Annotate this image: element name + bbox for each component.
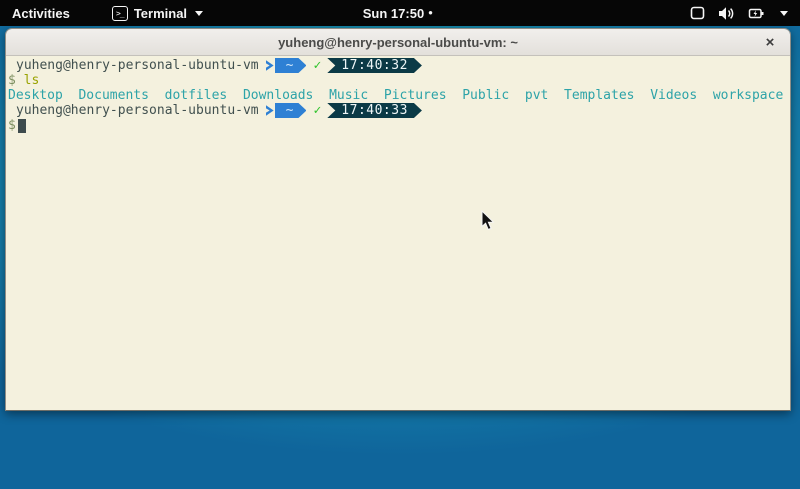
chevron-down-icon xyxy=(780,11,788,16)
powerline-chevron-icon xyxy=(266,60,274,71)
directory-entry: Desktop xyxy=(8,88,63,103)
prompt-cwd-segment: ~ xyxy=(275,58,307,73)
mouse-cursor-icon xyxy=(481,210,495,231)
display-icon xyxy=(690,6,705,21)
directory-entry: Music xyxy=(329,88,368,103)
chevron-down-icon xyxy=(195,11,203,16)
directory-entry: Documents xyxy=(78,88,148,103)
directory-entry: workspace xyxy=(713,88,783,103)
activities-button[interactable]: Activities xyxy=(0,6,82,21)
prompt-cwd-segment: ~ xyxy=(275,103,307,118)
directory-entry: Public xyxy=(462,88,509,103)
prompt-time-segment: 17:40:33 xyxy=(327,103,422,118)
prompt-user-host: yuheng@henry-personal-ubuntu-vm xyxy=(16,58,259,73)
ls-output-line: Desktop Documents dotfiles Downloads Mus… xyxy=(8,88,790,103)
command-line: $ ls xyxy=(8,73,790,88)
terminal-cursor xyxy=(18,119,26,133)
close-button[interactable]: × xyxy=(758,29,782,55)
prompt-success-check-icon: ✓ xyxy=(313,58,321,73)
directory-entry: Templates xyxy=(564,88,634,103)
prompt-line-1: yuheng@henry-personal-ubuntu-vm ~ ✓ 17:4… xyxy=(8,58,790,73)
input-line[interactable]: $ xyxy=(8,118,790,133)
prompt-dollar: $ xyxy=(8,118,16,133)
terminal-screen[interactable]: yuheng@henry-personal-ubuntu-vm ~ ✓ 17:4… xyxy=(6,56,790,410)
app-menu-label: Terminal xyxy=(134,6,187,21)
app-menu-terminal[interactable]: >_ Terminal xyxy=(112,6,203,21)
clock-label: Sun 17:50 xyxy=(363,6,424,21)
prompt-line-2: yuheng@henry-personal-ubuntu-vm ~ ✓ 17:4… xyxy=(8,103,790,118)
directory-entry: Pictures xyxy=(384,88,447,103)
directory-entry: Downloads xyxy=(243,88,313,103)
gnome-top-bar: Activities >_ Terminal Sun 17:50 ● xyxy=(0,0,800,26)
window-title: yuheng@henry-personal-ubuntu-vm: ~ xyxy=(278,35,518,50)
battery-charging-icon xyxy=(748,6,765,21)
clock-button[interactable]: Sun 17:50 ● xyxy=(363,6,433,21)
prompt-success-check-icon: ✓ xyxy=(313,103,321,118)
directory-entry: Videos xyxy=(650,88,697,103)
system-status-area[interactable] xyxy=(690,6,800,21)
prompt-time-segment: 17:40:32 xyxy=(327,58,422,73)
directory-entry: dotfiles xyxy=(165,88,228,103)
prompt-dollar: $ xyxy=(8,73,16,88)
terminal-window: yuheng@henry-personal-ubuntu-vm: ~ × yuh… xyxy=(5,28,791,411)
prompt-user-host: yuheng@henry-personal-ubuntu-vm xyxy=(16,103,259,118)
powerline-chevron-icon xyxy=(266,105,274,116)
directory-entry: pvt xyxy=(525,88,548,103)
volume-icon xyxy=(718,6,735,21)
terminal-icon: >_ xyxy=(112,6,128,21)
typed-command: ls xyxy=(24,73,40,88)
notification-dot-icon: ● xyxy=(428,8,433,18)
window-titlebar[interactable]: yuheng@henry-personal-ubuntu-vm: ~ × xyxy=(6,29,790,56)
